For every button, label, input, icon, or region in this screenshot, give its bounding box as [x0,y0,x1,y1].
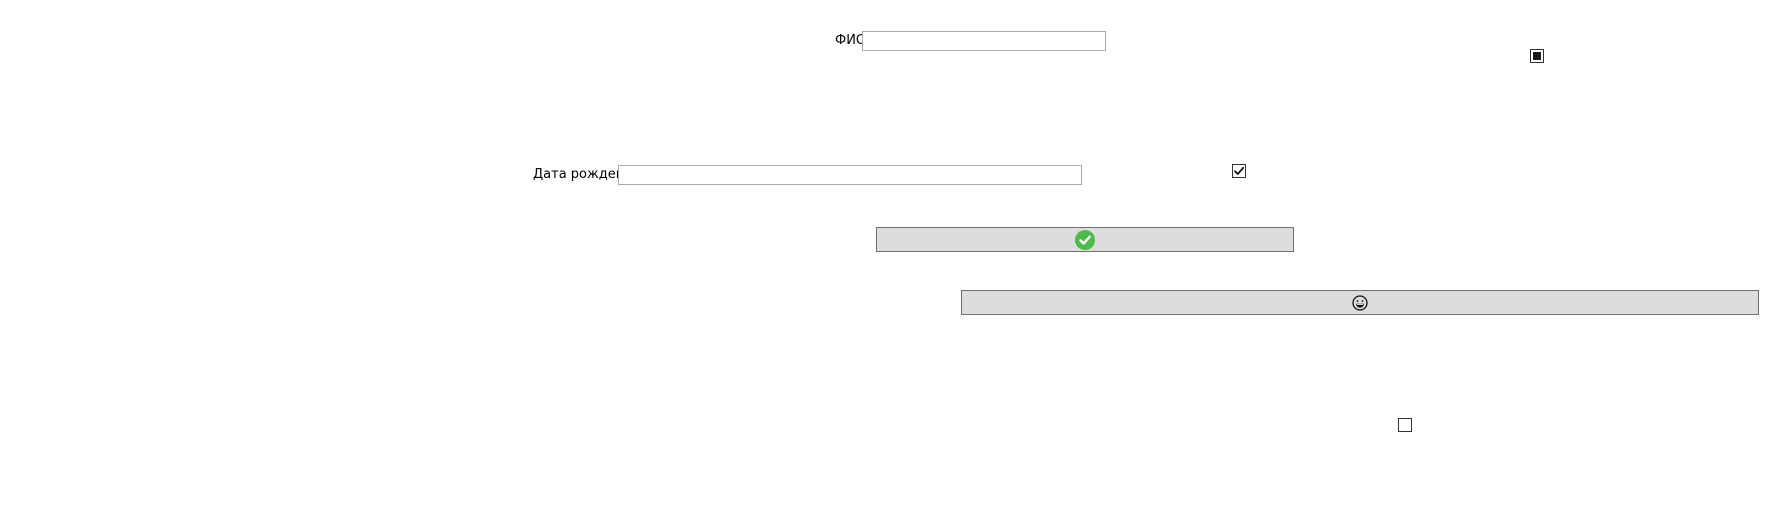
fio-input[interactable] [862,31,1106,51]
checkbox-indeterminate-mark [1533,52,1541,60]
checked-checkbox[interactable] [1232,164,1246,178]
unchecked-checkbox[interactable] [1398,418,1412,432]
indeterminate-checkbox[interactable] [1530,49,1544,63]
checkmark-icon [1234,166,1245,175]
grinning-face-icon [1352,294,1368,311]
check-circle-icon [1075,229,1095,250]
emoji-button[interactable] [961,290,1759,315]
birth-date-input[interactable] [618,165,1082,185]
confirm-button[interactable] [876,227,1294,252]
